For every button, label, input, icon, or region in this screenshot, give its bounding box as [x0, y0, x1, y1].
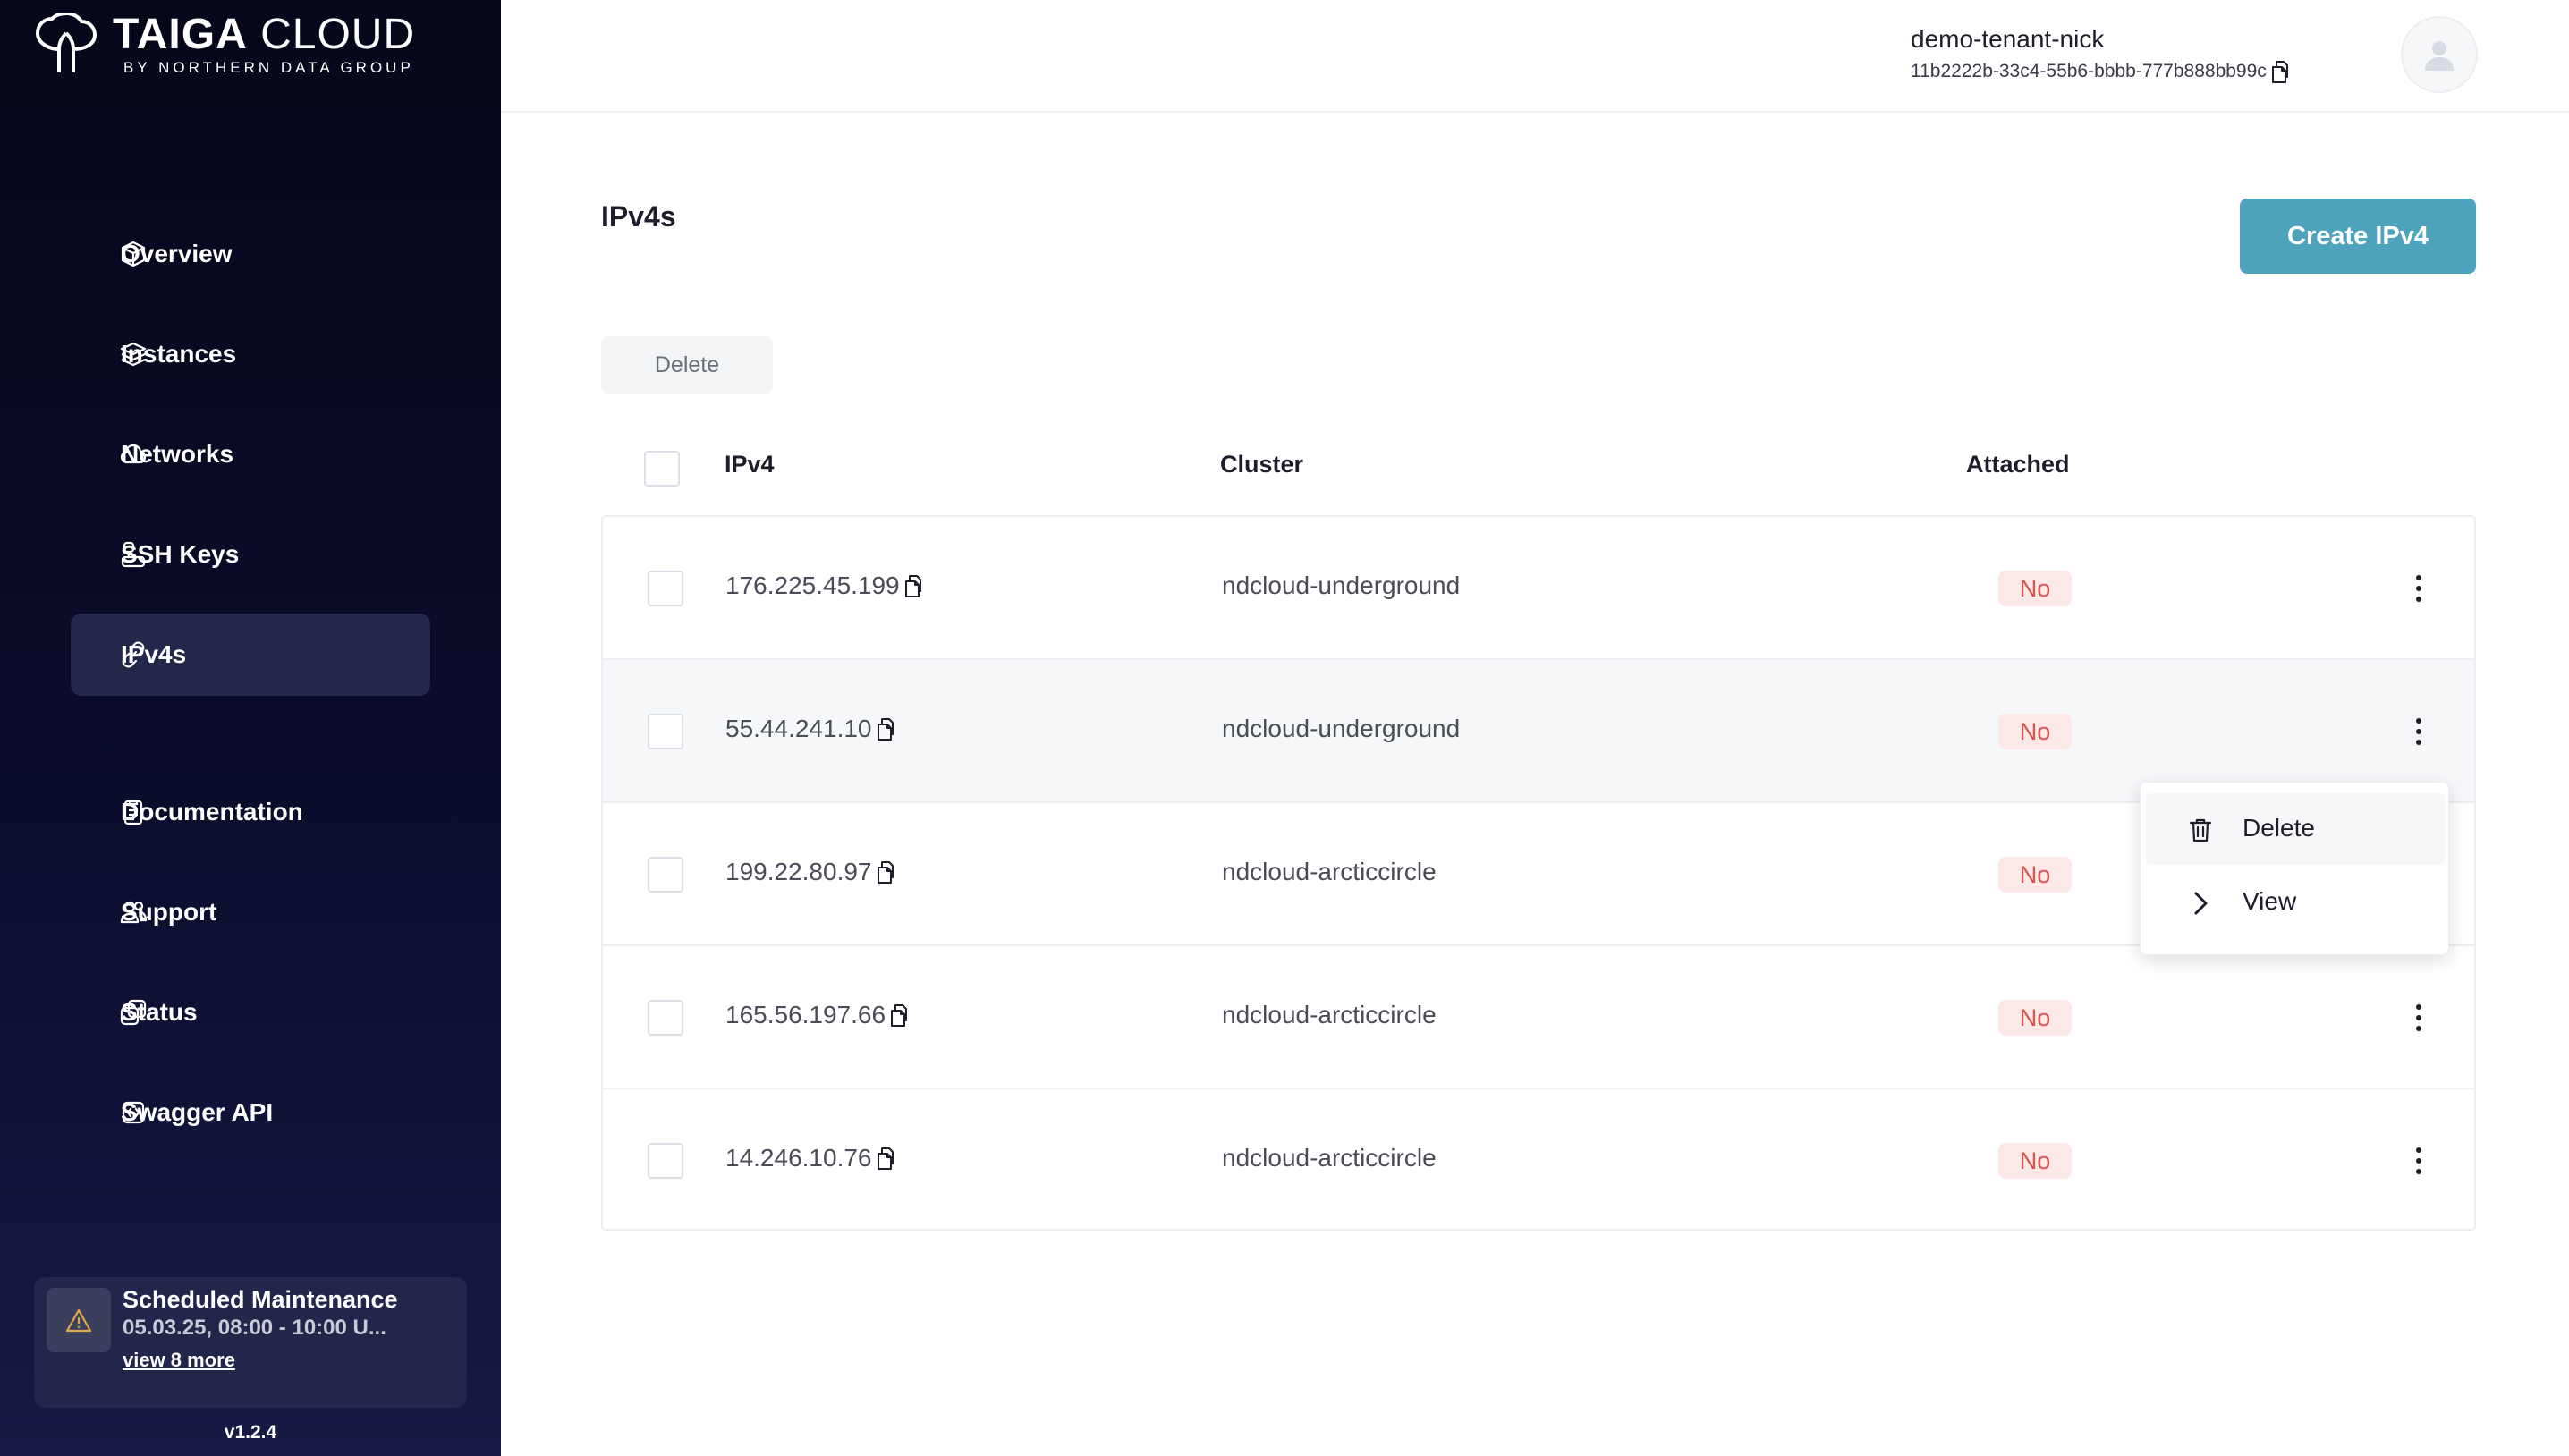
page-title: IPv4s [601, 200, 676, 233]
cube-icon [121, 241, 146, 267]
link-icon [122, 641, 145, 668]
attached-badge: No [1998, 1000, 2072, 1036]
bulk-delete-button[interactable]: Delete [601, 336, 773, 394]
attached-badge: No [1998, 571, 2072, 606]
row-checkbox[interactable] [648, 1000, 683, 1036]
sidebar-item-networks[interactable]: Networks [71, 413, 430, 495]
maintenance-notice: Scheduled Maintenance 05.03.25, 08:00 - … [34, 1277, 467, 1408]
ipv4-cell: 176.225.45.199 [725, 571, 923, 600]
layers-icon [120, 342, 147, 367]
tenant-id-value: 11b2222b-33c4-55b6-bbbb-777b888bb99c [1911, 61, 2267, 81]
trash-icon [2189, 818, 2212, 842]
logo[interactable]: TAIGA CLOUD BY NORTHERN DATA GROUP [32, 13, 415, 77]
sidebar-item-overview[interactable]: Overview [71, 213, 430, 295]
tree-logo-icon [35, 13, 98, 72]
table-row[interactable]: 165.56.197.66 ndcloud-arcticcircle No [603, 946, 2474, 1089]
row-checkbox[interactable] [648, 857, 683, 893]
copy-icon[interactable] [874, 1146, 895, 1171]
ipv4-address: 55.44.241.10 [725, 715, 872, 742]
code-icon [122, 1101, 145, 1124]
ipv4-cell: 55.44.241.10 [725, 715, 895, 743]
menu-item-delete[interactable]: Delete [2146, 793, 2445, 865]
tenant-name: demo-tenant-nick [1911, 25, 2105, 53]
column-header-ipv4[interactable]: IPv4 [725, 451, 775, 478]
row-checkbox[interactable] [648, 1143, 683, 1179]
row-actions-kebab-icon[interactable] [2399, 998, 2438, 1037]
select-all-checkbox[interactable] [644, 451, 680, 487]
sidebar: TAIGA CLOUD BY NORTHERN DATA GROUP Overv… [0, 0, 501, 1456]
cluster-cell: ndcloud-underground [1222, 715, 1461, 742]
view-more-link[interactable]: view 8 more [123, 1349, 235, 1372]
maintenance-date: 05.03.25, 08:00 - 10:00 U... [123, 1316, 386, 1340]
copy-icon[interactable] [2268, 59, 2290, 84]
column-header-cluster[interactable]: Cluster [1220, 451, 1303, 478]
row-checkbox[interactable] [648, 714, 683, 749]
sidebar-item-ipv4s[interactable]: IPv4s [71, 614, 430, 696]
warning-icon [47, 1288, 111, 1352]
create-ipv4-button[interactable]: Create IPv4 [2240, 199, 2476, 274]
menu-item-view[interactable]: View [2146, 867, 2445, 938]
row-actions-kebab-icon[interactable] [2399, 712, 2438, 751]
row-checkbox[interactable] [648, 571, 683, 606]
user-icon [2425, 41, 2454, 71]
cluster-cell: ndcloud-arcticcircle [1222, 1144, 1437, 1172]
column-header-attached[interactable]: Attached [1966, 451, 2070, 478]
brand-subtitle: BY NORTHERN DATA GROUP [123, 59, 414, 76]
row-actions-menu: Delete View [2140, 782, 2449, 955]
attached-badge: No [1998, 714, 2072, 749]
avatar[interactable] [2401, 16, 2478, 93]
status-icon [120, 999, 147, 1026]
sidebar-item-support[interactable]: Support [71, 871, 430, 953]
users-icon [120, 901, 148, 924]
cluster-cell: ndcloud-underground [1222, 571, 1461, 599]
tenant-id: 11b2222b-33c4-55b6-bbbb-777b888bb99c [1911, 59, 2290, 84]
row-actions-kebab-icon[interactable] [2399, 1141, 2438, 1181]
table-row[interactable]: 14.246.10.76 ndcloud-arcticcircle No [603, 1089, 2474, 1232]
brand-title-light: CLOUD [260, 11, 416, 58]
sidebar-item-label: Documentation [121, 798, 303, 825]
chevron-right-icon [2194, 892, 2208, 915]
ipv4-address: 165.56.197.66 [725, 1001, 886, 1029]
attached-badge: No [1998, 1143, 2072, 1179]
copy-icon[interactable] [874, 716, 895, 741]
sidebar-item-status[interactable]: Status [71, 971, 430, 1054]
top-header: demo-tenant-nick 11b2222b-33c4-55b6-bbbb… [501, 0, 2569, 113]
ipv4-cell: 199.22.80.97 [725, 858, 895, 886]
copy-icon[interactable] [887, 1003, 909, 1028]
cloud-icon [120, 444, 147, 464]
attached-badge: No [1998, 857, 2072, 893]
sidebar-item-swagger-api[interactable]: Swagger API [71, 1071, 430, 1154]
menu-item-label: View [2243, 887, 2297, 915]
ipv4-cell: 165.56.197.66 [725, 1001, 909, 1029]
app-version: v1.2.4 [224, 1422, 277, 1443]
cluster-cell: ndcloud-arcticcircle [1222, 1001, 1437, 1029]
key-icon [121, 541, 146, 568]
document-icon [123, 800, 143, 825]
ipv4-address: 14.246.10.76 [725, 1144, 872, 1172]
sidebar-item-documentation[interactable]: Documentation [71, 771, 430, 853]
maintenance-title: Scheduled Maintenance [123, 1286, 398, 1313]
copy-icon[interactable] [874, 859, 895, 885]
sidebar-item-ssh-keys[interactable]: SSH Keys [71, 513, 430, 596]
menu-item-label: Delete [2243, 814, 2315, 842]
ipv4-cell: 14.246.10.76 [725, 1144, 895, 1172]
copy-icon[interactable] [902, 573, 923, 598]
row-actions-kebab-icon[interactable] [2399, 569, 2438, 608]
sidebar-item-instances[interactable]: Instances [71, 313, 430, 395]
ipv4-address: 199.22.80.97 [725, 858, 872, 885]
brand-title-bold: TAIGA [113, 11, 248, 58]
ipv4-address: 176.225.45.199 [725, 571, 900, 599]
table-row[interactable]: 176.225.45.199 ndcloud-underground No [603, 517, 2474, 660]
cluster-cell: ndcloud-arcticcircle [1222, 858, 1437, 885]
